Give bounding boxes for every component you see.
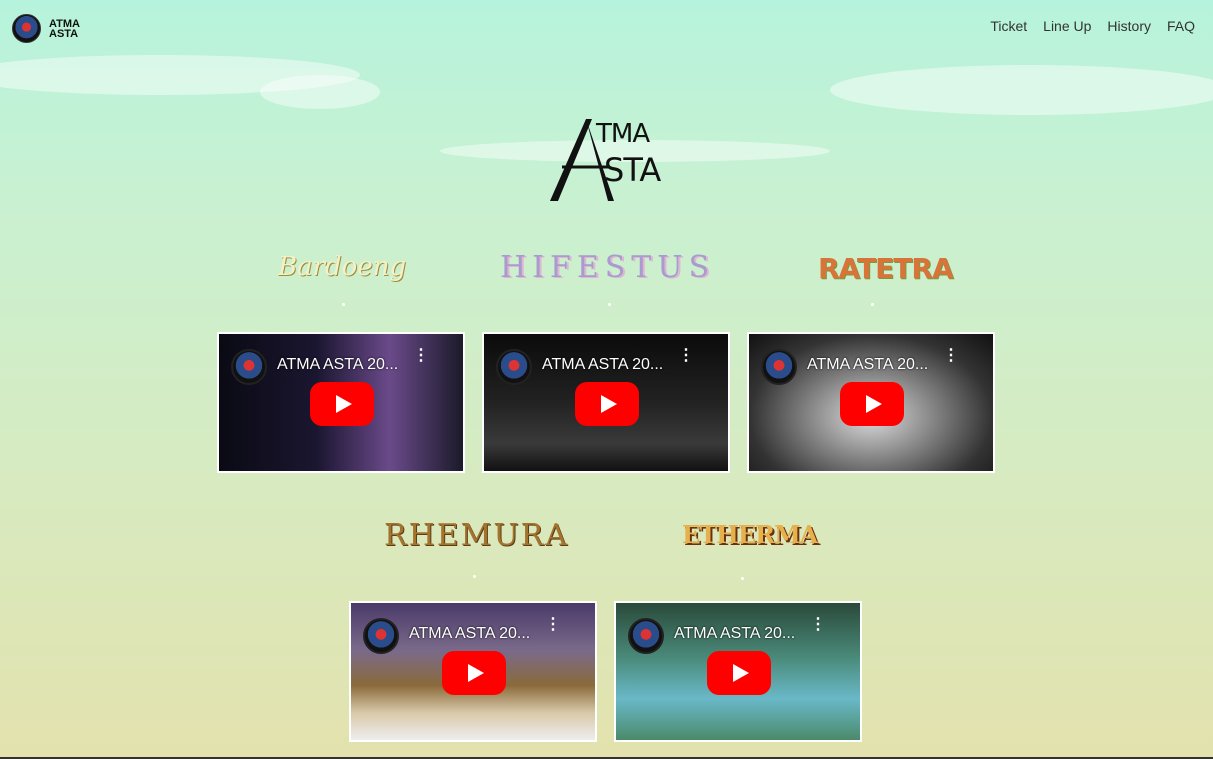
- more-options-icon[interactable]: ⋮: [943, 348, 959, 364]
- nav-faq[interactable]: FAQ: [1167, 18, 1195, 34]
- band-logo-rhemura[interactable]: RHEMURA: [384, 518, 567, 578]
- video-player[interactable]: ATMA ASTA 20... ⋮: [614, 601, 862, 742]
- channel-avatar[interactable]: [496, 349, 532, 385]
- more-options-icon[interactable]: ⋮: [810, 617, 826, 633]
- play-button-icon[interactable]: [310, 382, 374, 426]
- nav-line-up[interactable]: Line Up: [1043, 18, 1091, 34]
- cloud-decoration: [830, 65, 1213, 115]
- video-player[interactable]: ATMA ASTA 20... ⋮: [349, 601, 597, 742]
- video-player[interactable]: ATMA ASTA 20... ⋮: [217, 332, 465, 473]
- band-logo-ratetra[interactable]: RATETRA: [818, 252, 954, 306]
- hero-line1: TMA: [596, 119, 650, 149]
- play-button-icon[interactable]: [707, 651, 771, 695]
- brand-logo-icon: [12, 14, 41, 43]
- video-player[interactable]: ATMA ASTA 20... ⋮: [747, 332, 995, 473]
- video-title[interactable]: ATMA ASTA 20...: [807, 356, 928, 374]
- channel-avatar[interactable]: [231, 349, 267, 385]
- main-nav: Ticket Line Up History FAQ: [990, 18, 1195, 34]
- channel-avatar[interactable]: [363, 618, 399, 654]
- hero-line2: STA: [604, 151, 661, 189]
- channel-avatar[interactable]: [761, 349, 797, 385]
- video-title[interactable]: ATMA ASTA 20...: [277, 356, 398, 374]
- more-options-icon[interactable]: ⋮: [678, 348, 694, 364]
- video-title[interactable]: ATMA ASTA 20...: [674, 625, 795, 643]
- channel-avatar[interactable]: [628, 618, 664, 654]
- more-options-icon[interactable]: ⋮: [545, 617, 561, 633]
- nav-ticket[interactable]: Ticket: [990, 18, 1027, 34]
- video-title[interactable]: ATMA ASTA 20...: [542, 356, 663, 374]
- more-options-icon[interactable]: ⋮: [413, 348, 429, 364]
- play-button-icon[interactable]: [442, 651, 506, 695]
- play-button-icon[interactable]: [575, 382, 639, 426]
- band-logo-bardoeng[interactable]: Bardoeng: [278, 252, 406, 306]
- brand-name: ATMA ASTA: [49, 17, 80, 40]
- play-button-icon[interactable]: [840, 382, 904, 426]
- band-logo-hifestus[interactable]: HIFESTUS: [500, 250, 715, 306]
- brand-home-link[interactable]: ATMA ASTA: [12, 14, 80, 43]
- cloud-decoration: [260, 75, 380, 109]
- video-title[interactable]: ATMA ASTA 20...: [409, 625, 530, 643]
- video-player[interactable]: ATMA ASTA 20... ⋮: [482, 332, 730, 473]
- nav-history[interactable]: History: [1107, 18, 1151, 34]
- atma-asta-logo: TMA STA: [548, 115, 666, 205]
- band-logo-etherma[interactable]: ETHERMA: [682, 520, 818, 580]
